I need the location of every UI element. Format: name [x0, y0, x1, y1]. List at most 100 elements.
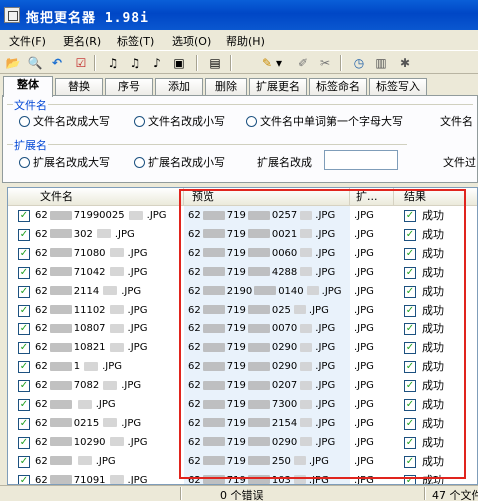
result-checkbox[interactable]: ✓	[404, 380, 416, 393]
menu-file[interactable]: 文件(F)	[9, 33, 46, 49]
radio-ext-lower[interactable]: 扩展名改成小写	[134, 154, 225, 170]
result-checkbox[interactable]: ✓	[404, 266, 416, 279]
music-file-alt-icon[interactable]: ♫	[126, 54, 144, 72]
table-row[interactable]: ✓ 62 10807 .JPG 62 719 0070 .JPG .JPG ✓ 成功	[8, 320, 477, 338]
tab-tag-write[interactable]: 标签写入	[369, 78, 427, 96]
table-row[interactable]: ✓ 62 302 .JPG 62 719 0021 .JPG .JPG ✓ 成功	[8, 226, 477, 244]
column-header-extension[interactable]: 扩...	[350, 188, 394, 206]
tab-ext-rename[interactable]: 扩展更名	[249, 78, 307, 96]
ext-change-input[interactable]	[324, 150, 398, 170]
tab-delete[interactable]: 删除	[205, 78, 247, 96]
result-checkbox[interactable]: ✓	[404, 342, 416, 355]
radio-ext-upper[interactable]: 扩展名改成大写	[19, 154, 110, 170]
tab-tag-naming[interactable]: 标签命名	[309, 78, 367, 96]
tab-overall[interactable]: 整体	[3, 76, 53, 97]
column-header-preview[interactable]: 预览	[184, 188, 350, 206]
table-row[interactable]: ✓ 62 0215 .JPG 62 719 2154 .JPG .JPG ✓ 成功	[8, 415, 477, 433]
column-header-result[interactable]: 结果	[394, 188, 477, 206]
checkbox-icon[interactable]: ☑	[72, 54, 90, 72]
table-row[interactable]: ✓ 62 .JPG 62 719 250 .JPG .JPG ✓ 成功	[8, 453, 477, 471]
row-checkbox[interactable]: ✓	[18, 285, 30, 298]
table-row[interactable]: ✓ 62 71990025 .JPG 62 719 0257 .JPG .JPG ✓ 成功	[8, 207, 477, 225]
menu-tags[interactable]: 标签(T)	[117, 33, 154, 49]
blurred-region	[109, 267, 124, 277]
table-row[interactable]: ✓ 62 1 .JPG 62 719 0290 .JPG .JPG ✓ 成功	[8, 358, 477, 376]
clock-icon[interactable]: ◷	[350, 54, 368, 72]
column-header-filename[interactable]: 文件名	[8, 188, 184, 206]
result-checkbox[interactable]: ✓	[404, 399, 416, 411]
blurred-region	[300, 399, 313, 409]
row-checkbox[interactable]: ✓	[18, 323, 30, 336]
row-checkbox[interactable]: ✓	[18, 266, 30, 279]
radio-circle[interactable]	[134, 156, 145, 168]
row-checkbox[interactable]: ✓	[18, 210, 30, 222]
tab-add[interactable]: 添加	[155, 78, 203, 96]
blurred-region	[202, 475, 225, 484]
blurred-region	[49, 418, 72, 428]
blurred-region	[247, 456, 270, 466]
result-checkbox[interactable]: ✓	[404, 455, 416, 468]
blurred-region	[300, 418, 313, 428]
table-row[interactable]: ✓ 62 11102 .JPG 62 719 025 .JPG .JPG ✓ 成功	[8, 302, 477, 320]
radio-circle[interactable]	[134, 115, 145, 127]
table-row[interactable]: ✓ 62 2114 .JPG 62 2190 0140 .JPG .JPG ✓ 成功	[8, 283, 477, 301]
result-cell: 成功	[422, 454, 444, 468]
preview-cell: 62 2190 0140 .JPG	[188, 285, 342, 297]
result-checkbox[interactable]: ✓	[404, 361, 416, 374]
table-row[interactable]: ✓ 62 .JPG 62 719 7300 .JPG .JPG ✓ 成功	[8, 396, 477, 414]
radio-circle[interactable]	[19, 156, 30, 168]
album-icon[interactable]: ▣	[170, 54, 188, 72]
table-row[interactable]: ✓ 62 7082 .JPG 62 719 0207 .JPG .JPG ✓ 成功	[8, 377, 477, 395]
row-checkbox[interactable]: ✓	[18, 361, 30, 374]
result-checkbox[interactable]: ✓	[404, 436, 416, 449]
table-row[interactable]: ✓ 62 71091 .JPG 62 719 103 .JPG .JPG ✓ 成功	[8, 472, 477, 484]
table-row[interactable]: ✓ 62 10821 .JPG 62 719 0290 .JPG .JPG ✓ 成功	[8, 339, 477, 357]
row-checkbox[interactable]: ✓	[18, 304, 30, 317]
result-cell: 成功	[422, 398, 444, 411]
table-row[interactable]: ✓ 62 71080 .JPG 62 719 0060 .JPG .JPG ✓ 成功	[8, 245, 477, 263]
radio-filename-lower[interactable]: 文件名改成小写	[134, 113, 225, 129]
row-checkbox[interactable]: ✓	[18, 247, 30, 260]
blurred-region	[202, 248, 225, 258]
table-row[interactable]: ✓ 62 10290 .JPG 62 719 0290 .JPG .JPG ✓ 成功	[8, 434, 477, 452]
erase-tags-icon[interactable]: ✂	[316, 54, 334, 72]
row-checkbox[interactable]: ✓	[18, 380, 30, 393]
row-checkbox[interactable]: ✓	[18, 436, 30, 449]
radio-circle[interactable]	[246, 115, 257, 127]
result-checkbox[interactable]: ✓	[404, 323, 416, 336]
radio-filename-capitalize[interactable]: 文件名中单词第一个字母大写	[246, 113, 403, 129]
open-folder-icon[interactable]: 📂	[4, 54, 22, 72]
row-checkbox[interactable]: ✓	[18, 455, 30, 468]
search-icon[interactable]: 🔍	[26, 54, 44, 72]
menu-rename[interactable]: 更名(R)	[63, 33, 101, 49]
menu-help[interactable]: 帮助(H)	[226, 33, 265, 49]
document-icon[interactable]: ▤	[206, 54, 224, 72]
result-checkbox[interactable]: ✓	[404, 285, 416, 298]
radio-filename-upper[interactable]: 文件名改成大写	[19, 113, 110, 129]
result-checkbox[interactable]: ✓	[404, 304, 416, 317]
row-checkbox[interactable]: ✓	[18, 342, 30, 355]
row-checkbox[interactable]: ✓	[18, 417, 30, 430]
result-checkbox[interactable]: ✓	[404, 247, 416, 260]
result-checkbox[interactable]: ✓	[404, 417, 416, 430]
music-file-icon[interactable]: ♫	[104, 54, 122, 72]
tab-replace[interactable]: 替换	[55, 78, 103, 96]
result-checkbox[interactable]: ✓	[404, 210, 416, 222]
preview-cell: 62 719 2154 .JPG	[188, 417, 336, 429]
menu-options[interactable]: 选项(O)	[172, 33, 211, 49]
music-note-icon[interactable]: ♪	[148, 54, 166, 72]
filename-overflow-label: 文件名	[440, 115, 473, 128]
table-row[interactable]: ✓ 62 71042 .JPG 62 719 4288 .JPG .JPG ✓ 成功	[8, 264, 477, 282]
radio-circle[interactable]	[19, 115, 30, 127]
result-checkbox[interactable]: ✓	[404, 228, 416, 241]
result-checkbox[interactable]: ✓	[404, 474, 416, 484]
eraser-icon[interactable]: ✐	[294, 54, 312, 72]
tools-icon[interactable]: ✱	[396, 54, 414, 72]
undo-icon[interactable]: ↶	[48, 54, 66, 72]
row-checkbox[interactable]: ✓	[18, 399, 30, 411]
row-checkbox[interactable]: ✓	[18, 474, 30, 484]
dropdown-arrow-icon[interactable]: ▾	[274, 54, 284, 72]
tab-sequence[interactable]: 序号	[105, 78, 153, 96]
row-checkbox[interactable]: ✓	[18, 228, 30, 241]
split-icon[interactable]: ▥	[372, 54, 390, 72]
